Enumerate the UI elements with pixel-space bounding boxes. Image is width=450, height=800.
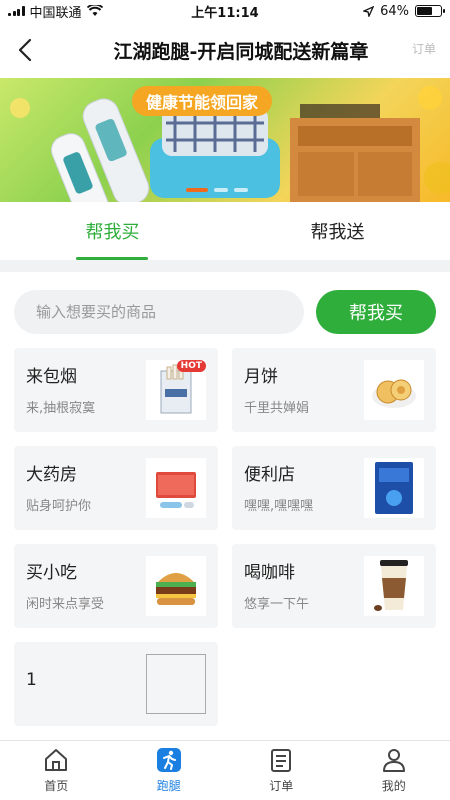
empty-image: [146, 654, 206, 714]
nav-orders-link[interactable]: 订单: [412, 40, 436, 57]
tab-orders-label: 订单: [269, 779, 294, 793]
signal-icon: [8, 6, 25, 16]
service-card-mooncake[interactable]: 月饼 千里共婵娟: [232, 348, 436, 432]
battery-percent: 64%: [380, 3, 409, 19]
promo-banner[interactable]: 健康节能领回家: [0, 78, 450, 202]
pagination-dot: [234, 188, 248, 192]
back-button[interactable]: [0, 22, 50, 78]
tab-profile[interactable]: 我的: [338, 741, 450, 800]
battery-fill: [417, 7, 432, 15]
tab-home-label: 首页: [44, 779, 69, 793]
bottom-tab-bar: 首页 跑腿 订单 我的: [0, 740, 450, 800]
service-tabs: 帮我买 帮我送: [0, 202, 450, 260]
home-icon: [45, 749, 68, 771]
tab-errand-label: 跑腿: [156, 779, 181, 793]
coffee-cup-image: [364, 556, 424, 616]
buy-for-me-button[interactable]: 帮我买: [316, 290, 436, 334]
banner-slogan: 健康节能领回家: [132, 86, 273, 116]
banner-pagination: [186, 188, 248, 192]
service-card-pharmacy[interactable]: 大药房 贴身呵护你: [14, 446, 218, 530]
tab-errand[interactable]: 跑腿: [113, 741, 226, 800]
status-right: 64%: [363, 3, 445, 19]
medicine-image: [146, 458, 206, 518]
pagination-dot: [186, 188, 208, 192]
service-card-convenience-store[interactable]: 便利店 嘿嘿,嘿嘿嘿: [232, 446, 436, 530]
runner-icon: [156, 748, 181, 772]
section-divider: [0, 260, 450, 272]
tab-home[interactable]: 首页: [0, 741, 113, 800]
service-card-cigarettes[interactable]: 来包烟 来,抽根寂寞 HOT: [14, 348, 218, 432]
service-card-snacks[interactable]: 买小吃 闲时来点享受: [14, 544, 218, 628]
hot-badge: HOT: [176, 360, 206, 372]
tab-buy-for-me[interactable]: 帮我买: [0, 202, 225, 260]
status-left: 中国联通: [8, 2, 103, 21]
search-input[interactable]: [14, 290, 304, 334]
status-bar: 中国联通 上午11:14 64%: [0, 0, 450, 22]
location-arrow-icon: [363, 5, 375, 17]
tab-orders[interactable]: 订单: [225, 741, 338, 800]
profile-icon: [382, 749, 405, 772]
pagination-dot: [214, 188, 228, 192]
tab-send-for-me[interactable]: 帮我送: [225, 202, 450, 260]
burger-image: [146, 556, 206, 616]
convenience-product-image: [364, 458, 424, 518]
chevron-left-icon: [18, 38, 32, 62]
page-title: 江湖跑腿-开启同城配送新篇章: [113, 40, 369, 63]
wifi-icon: [86, 5, 103, 16]
service-card-coffee[interactable]: 喝咖啡 悠享一下午: [232, 544, 436, 628]
service-grid: 来包烟 来,抽根寂寞 HOT 月饼 千里共婵娟 大药房 贴身呵护你 便利店 嘿嘿…: [14, 348, 436, 726]
carrier-label: 中国联通: [29, 5, 82, 21]
mooncake-image: [364, 360, 424, 420]
service-card-custom[interactable]: 1: [14, 642, 218, 726]
tab-profile-label: 我的: [381, 779, 406, 793]
search-row: 帮我买: [14, 290, 436, 334]
order-list-icon: [271, 749, 292, 772]
battery-icon: [415, 5, 445, 17]
navigation-bar: 江湖跑腿-开启同城配送新篇章 订单: [0, 22, 450, 78]
